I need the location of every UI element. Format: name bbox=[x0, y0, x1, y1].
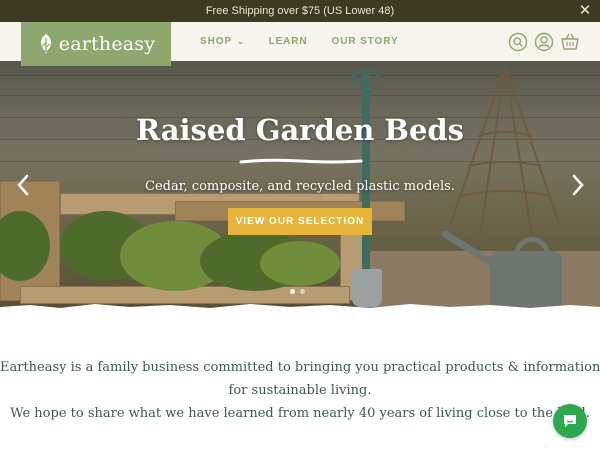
carousel-dots bbox=[290, 289, 310, 294]
search-icon[interactable] bbox=[508, 32, 528, 52]
main-nav: SHOP ⌄ LEARN OUR STORY bbox=[200, 22, 423, 61]
hero-banner: Raised Garden Beds Cedar, composite, and… bbox=[0, 61, 600, 313]
intro-line: Eartheasy is a family business committed… bbox=[0, 360, 600, 375]
logo[interactable]: eartheasy bbox=[21, 22, 171, 66]
chevron-down-icon: ⌄ bbox=[236, 37, 245, 46]
nav-item-learn[interactable]: LEARN bbox=[269, 36, 308, 47]
leaf-icon bbox=[40, 34, 51, 54]
chat-button[interactable] bbox=[553, 404, 587, 438]
hero-title: Raised Garden Beds bbox=[135, 113, 465, 147]
carousel-dot[interactable] bbox=[290, 289, 295, 294]
hero-subtitle: Cedar, composite, and recycled plastic m… bbox=[145, 179, 455, 194]
carousel-dot[interactable] bbox=[300, 289, 305, 294]
announcement-bar: Free Shipping over $75 (US Lower 48) ✕ bbox=[0, 0, 600, 22]
intro-line: for sustainable living. bbox=[228, 383, 372, 398]
cart-icon[interactable] bbox=[560, 32, 580, 52]
announcement-text: Free Shipping over $75 (US Lower 48) bbox=[205, 5, 395, 17]
intro-text: Eartheasy is a family business committed… bbox=[0, 356, 600, 425]
chevron-left-icon[interactable] bbox=[14, 173, 34, 197]
account-icon[interactable] bbox=[534, 32, 554, 52]
chat-icon bbox=[564, 415, 576, 427]
nav-item-label: LEARN bbox=[268, 36, 308, 47]
intro-line: We hope to share what we have learned fr… bbox=[10, 406, 590, 421]
close-icon[interactable]: ✕ bbox=[578, 0, 592, 22]
header-icons bbox=[502, 22, 580, 61]
nav-item-shop[interactable]: SHOP ⌄ bbox=[200, 36, 245, 47]
nav-item-label: SHOP bbox=[200, 36, 232, 47]
hero-decoration bbox=[260, 241, 340, 286]
chevron-right-icon[interactable] bbox=[567, 173, 587, 197]
nav-item-our-story[interactable]: OUR STORY bbox=[332, 36, 399, 47]
logo-text: eartheasy bbox=[58, 33, 156, 55]
nav-item-label: OUR STORY bbox=[331, 36, 399, 47]
view-selection-button[interactable]: VIEW OUR SELECTION bbox=[228, 208, 372, 235]
hero-underline bbox=[239, 158, 363, 164]
hero-torn-edge bbox=[0, 304, 600, 313]
